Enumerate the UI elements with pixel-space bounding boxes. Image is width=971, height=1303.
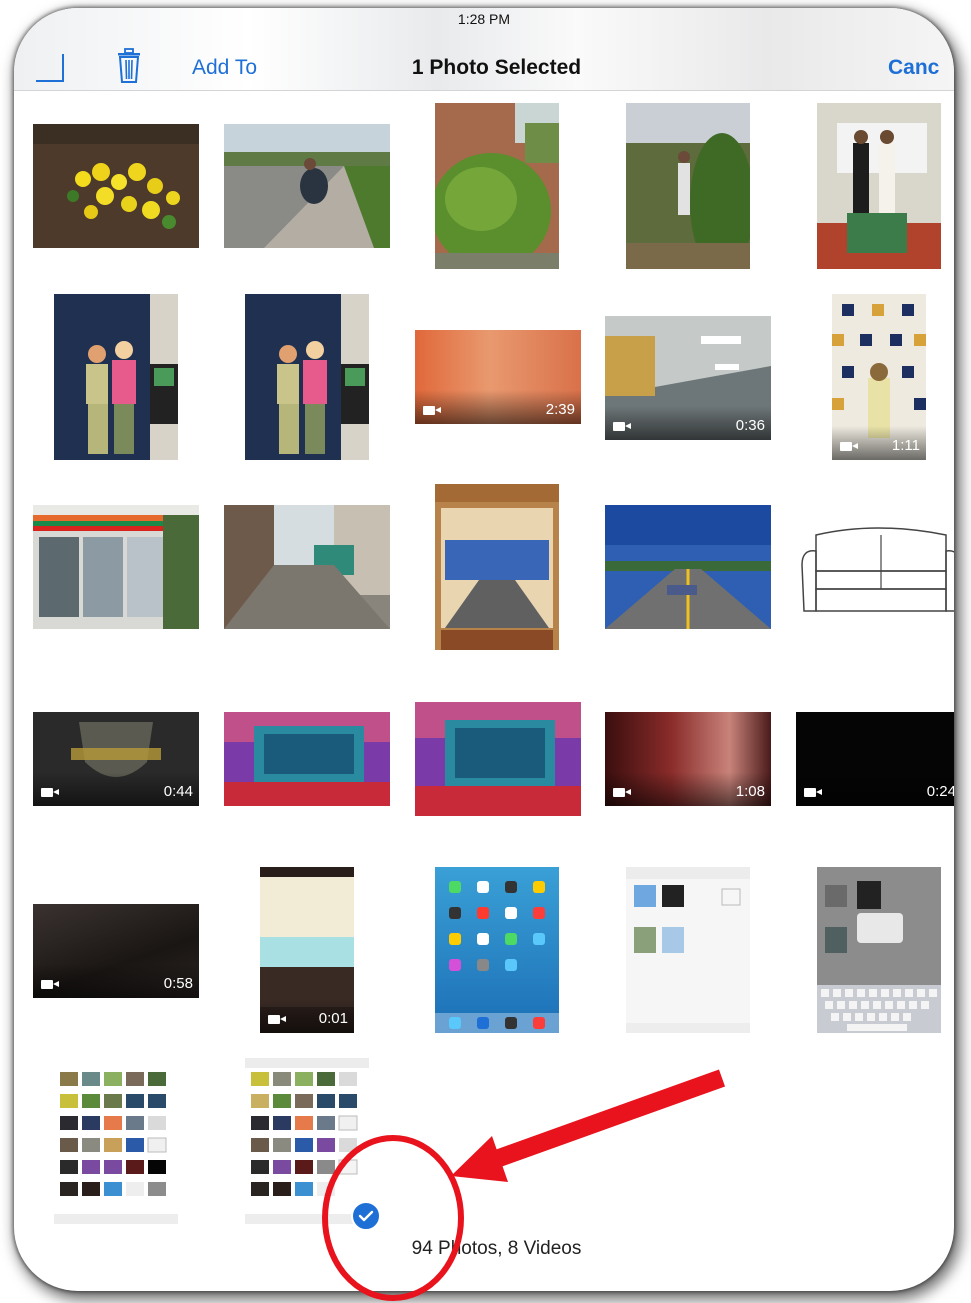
video-duration: 0:36: [735, 417, 765, 434]
status-bar-time: 1:28 PM: [457, 11, 511, 27]
selected-checkmark-icon: [351, 1201, 381, 1231]
flowers-image: [33, 124, 199, 248]
bush-image: [435, 103, 559, 269]
sofa-sketch-image: [801, 527, 954, 612]
video-thumbnail[interactable]: 0:24: [796, 712, 954, 806]
video-duration: 2:39: [545, 401, 575, 418]
photos-app-window: 1:28 PM Add To 1 Photo Selected Canc 2:3…: [14, 8, 954, 1291]
photo-thumbnail[interactable]: [817, 103, 941, 269]
sidewalk-image: [224, 124, 390, 248]
photo-thumbnail[interactable]: [54, 1058, 178, 1224]
photo-thumbnail[interactable]: [435, 867, 559, 1033]
library-summary: 94 Photos, 8 Videos: [411, 1238, 582, 1259]
video-camera-icon: [41, 788, 59, 797]
photo-thumbnail[interactable]: [245, 294, 369, 460]
photo-thumbnail[interactable]: [435, 103, 559, 269]
alley-image: [224, 505, 390, 629]
video-thumbnail[interactable]: 0:01: [260, 867, 354, 1033]
photo-thumbnail[interactable]: [626, 103, 750, 269]
video-thumbnail[interactable]: 2:39: [415, 330, 581, 424]
photo-thumbnail[interactable]: [817, 867, 941, 1033]
photo-thumbnail[interactable]: [415, 702, 581, 816]
video-duration: 0:01: [318, 1010, 348, 1027]
photo-thumbnail[interactable]: [224, 712, 390, 806]
ipad-keyboard-screenshot-image: [817, 867, 941, 1033]
two-women-image: [54, 294, 178, 460]
video-camera-icon: [613, 422, 631, 431]
photo-thumbnail-selected[interactable]: [245, 1058, 369, 1224]
video-camera-icon: [804, 788, 822, 797]
two-women-image: [245, 294, 369, 460]
video-camera-icon: [613, 788, 631, 797]
video-thumbnail[interactable]: 0:44: [33, 712, 199, 806]
photo-thumbnail[interactable]: [224, 124, 390, 248]
building-image: [415, 702, 581, 816]
video-duration: 1:08: [735, 783, 765, 800]
selection-toolbar: 1:28 PM Add To 1 Photo Selected Canc: [14, 8, 954, 91]
photo-thumbnail[interactable]: [224, 505, 390, 629]
photo-thumbnail[interactable]: [54, 294, 178, 460]
ipad-screenshot-image: [626, 867, 750, 1033]
video-camera-icon: [41, 980, 59, 989]
video-thumbnail[interactable]: 0:58: [33, 904, 199, 998]
photo-thumbnail[interactable]: [33, 505, 199, 629]
toolbar-title: 1 Photo Selected: [411, 56, 582, 79]
video-camera-icon: [423, 406, 441, 415]
video-duration: 0:44: [163, 783, 193, 800]
video-camera-icon: [840, 442, 858, 451]
video-camera-icon: [268, 1015, 286, 1024]
photo-thumbnail[interactable]: [33, 124, 199, 248]
classroom-image: [817, 103, 941, 269]
store-image: [33, 505, 199, 629]
photo-thumbnail[interactable]: [605, 505, 771, 629]
video-thumbnail[interactable]: 0:36: [605, 316, 771, 440]
video-thumbnail[interactable]: 1:08: [605, 712, 771, 806]
ipad-homescreen-image: [435, 867, 559, 1033]
cancel-button[interactable]: Canc: [888, 56, 939, 80]
ipad-photo-grid-screenshot-image: [245, 1058, 369, 1224]
video-duration: 1:11: [891, 437, 920, 454]
garden-image: [626, 103, 750, 269]
photo-thumbnail[interactable]: [435, 484, 559, 650]
photo-thumbnail[interactable]: [626, 867, 750, 1033]
building-image: [224, 712, 390, 806]
photo-thumbnail[interactable]: [796, 505, 954, 629]
video-duration: 0:58: [163, 975, 193, 992]
ipad-photo-grid-screenshot-image: [54, 1058, 178, 1224]
video-duration: 0:24: [926, 783, 954, 800]
app-screenshot-image: [435, 484, 559, 650]
video-thumbnail[interactable]: 1:11: [832, 294, 926, 460]
road-image: [605, 505, 771, 629]
